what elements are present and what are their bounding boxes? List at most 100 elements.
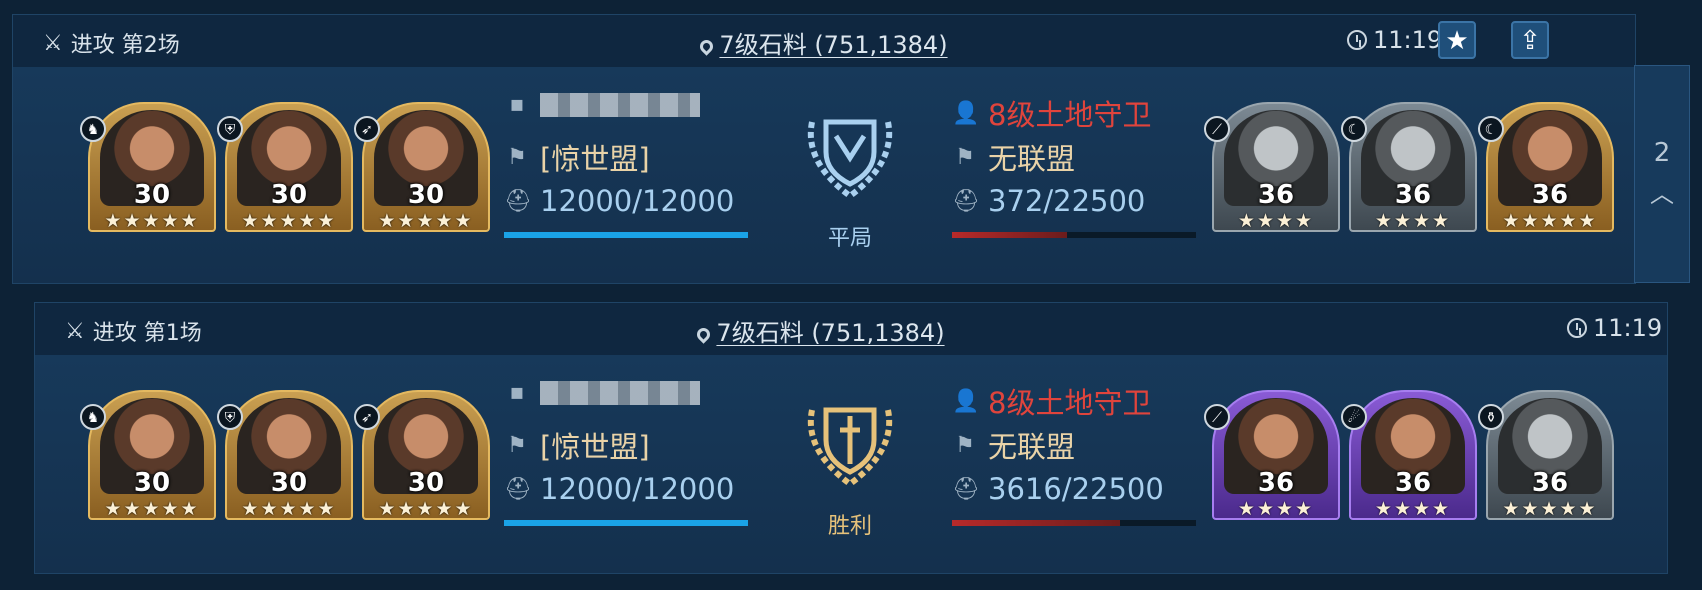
hero-level: 36: [1394, 180, 1432, 210]
hero-stars: ★★★★: [1237, 498, 1315, 520]
hero-stars: ★★★★: [1374, 498, 1452, 520]
chevron-up-icon: ︿: [1650, 180, 1674, 208]
defender-name: 8级土地守卫: [988, 98, 1152, 132]
enemy-portrait[interactable]: ☾ 36 ★★★★: [1341, 96, 1477, 236]
hero-portrait[interactable]: ➶ 30 ★★★★★: [354, 96, 490, 236]
hero-stars: ★★★★★: [378, 498, 474, 520]
attacker-name-redacted: [540, 380, 700, 405]
hero-level: 36: [1531, 180, 1569, 210]
alliance-flag-icon: ⚑: [507, 432, 527, 458]
hero-stars: ★★★★★: [104, 498, 200, 520]
defender-troops-row: ⛑ 3616/22500: [952, 472, 1164, 506]
claw-icon: ☾: [1478, 116, 1504, 142]
attacker-troop-bar: [504, 520, 748, 526]
hero-stars: ★★★★: [1374, 210, 1452, 232]
report-location[interactable]: 7级石料 (751,1384): [0, 313, 1667, 348]
hero-level: 30: [270, 180, 308, 210]
defender-troops: 3616/22500: [988, 472, 1164, 506]
time-text: 11:19: [1593, 314, 1663, 342]
defender-name: 8级土地守卫: [988, 386, 1152, 420]
defender-alliance-row: ⚑ 无联盟: [952, 424, 1075, 466]
attacker-alliance: [惊世盟]: [540, 430, 650, 464]
spear-icon: ⟋: [1204, 404, 1230, 430]
helmet-icon: ⛑: [952, 476, 980, 502]
defender-alliance-row: ⚑ 无联盟: [952, 136, 1075, 178]
location-pin-icon: [697, 36, 717, 56]
hero-stars: ★★★★★: [1502, 498, 1598, 520]
defender-troop-bar: [952, 232, 1196, 238]
player-icon: ▪: [509, 92, 525, 117]
defender-name-row: 👤 8级土地守卫: [952, 92, 1151, 134]
victory-emblem-icon: [807, 407, 893, 487]
battle-result: 胜利: [827, 514, 872, 539]
hero-portrait[interactable]: ⛨ 30 ★★★★★: [217, 384, 353, 524]
attacker-troop-bar: [504, 232, 748, 238]
spear-icon: ⟋: [1204, 116, 1230, 142]
hero-portrait[interactable]: ♞ 30 ★★★★★: [80, 96, 216, 236]
horse-icon: ♞: [80, 116, 106, 142]
location-link[interactable]: 7级石料 (751,1384): [719, 31, 947, 59]
star-icon: ★: [1445, 26, 1469, 56]
location-link[interactable]: 7级石料 (751,1384): [716, 319, 944, 347]
draw-emblem-icon: [807, 119, 893, 199]
helmet-icon: ⛑: [504, 188, 532, 214]
enemy-portrait[interactable]: ⟋ 36 ★★★★: [1204, 384, 1340, 524]
clock-icon: [1347, 30, 1367, 50]
report-count: 2: [1653, 138, 1671, 168]
attacker-alliance-row: ⚑ [惊世盟]: [504, 424, 650, 466]
vase-icon: ⚱: [1478, 404, 1504, 430]
hero-stars: ★★★★★: [1502, 210, 1598, 232]
report-header: ⚔ 进攻 第2场 7级石料 (751,1384) 11:19 ★ ⇪: [13, 15, 1635, 67]
hero-portrait[interactable]: ♞ 30 ★★★★★: [80, 384, 216, 524]
hero-portrait[interactable]: ⛨ 30 ★★★★★: [217, 96, 353, 236]
hero-level: 30: [133, 468, 171, 498]
alliance-flag-icon: ⚑: [955, 144, 975, 170]
attacker-troops-row: ⛑ 12000/12000: [504, 472, 734, 506]
hero-level: 36: [1257, 180, 1295, 210]
hero-level: 36: [1531, 468, 1569, 498]
attacker-troop-bar-fill: [504, 520, 748, 526]
battle-result: 平局: [827, 226, 872, 251]
defender-alliance: 无联盟: [988, 142, 1076, 176]
hero-stars: ★★★★★: [104, 210, 200, 232]
hero-stars: ★★★★★: [241, 210, 337, 232]
defender-alliance: 无联盟: [988, 430, 1076, 464]
report-header: ⚔ 进攻 第1场 7级石料 (751,1384) 11:19: [35, 303, 1667, 355]
hero-level: 36: [1257, 468, 1295, 498]
defender-troop-bar-fill: [952, 232, 1067, 238]
report-time: 11:19: [1567, 314, 1662, 342]
attacker-troops-row: ⛑ 12000/12000: [504, 184, 734, 218]
horse-icon: ♞: [80, 404, 106, 430]
defender-name-row: 👤 8级土地守卫: [952, 380, 1151, 422]
hero-stars: ★★★★: [1237, 210, 1315, 232]
hero-portrait[interactable]: ➶ 30 ★★★★★: [354, 384, 490, 524]
hero-level: 30: [270, 468, 308, 498]
report-count-tab[interactable]: 2 ︿: [1634, 65, 1690, 283]
helmet-icon: ⛑: [504, 476, 532, 502]
attacker-alliance: [惊世盟]: [540, 142, 650, 176]
enemy-portrait[interactable]: ☄ 36 ★★★★: [1341, 384, 1477, 524]
hero-level: 30: [133, 180, 171, 210]
enemy-portrait[interactable]: ☾ 36 ★★★★★: [1478, 96, 1614, 236]
time-text: 11:19: [1373, 26, 1443, 54]
share-icon: ⇪: [1519, 26, 1541, 56]
player-icon: ▪: [509, 380, 525, 405]
attacker-name-row: ▪: [504, 380, 700, 405]
defender-troop-bar: [952, 520, 1196, 526]
shield-icon: ⛨: [217, 404, 243, 430]
bow-icon: ➶: [354, 116, 380, 142]
defender-troops: 372/22500: [988, 184, 1146, 218]
attacker-troops: 12000/12000: [540, 184, 735, 218]
attacker-troops: 12000/12000: [540, 472, 735, 506]
player-icon: 👤: [952, 100, 980, 126]
hero-stars: ★★★★★: [241, 498, 337, 520]
hero-level: 36: [1394, 468, 1432, 498]
cannon-icon: ☄: [1341, 404, 1367, 430]
attacker-alliance-row: ⚑ [惊世盟]: [504, 136, 650, 178]
share-button[interactable]: ⇪: [1511, 21, 1549, 59]
alliance-flag-icon: ⚑: [507, 144, 527, 170]
enemy-portrait[interactable]: ⟋ 36 ★★★★: [1204, 96, 1340, 236]
enemy-portrait[interactable]: ⚱ 36 ★★★★★: [1478, 384, 1614, 524]
hero-level: 30: [407, 468, 445, 498]
favorite-button[interactable]: ★: [1438, 21, 1476, 59]
